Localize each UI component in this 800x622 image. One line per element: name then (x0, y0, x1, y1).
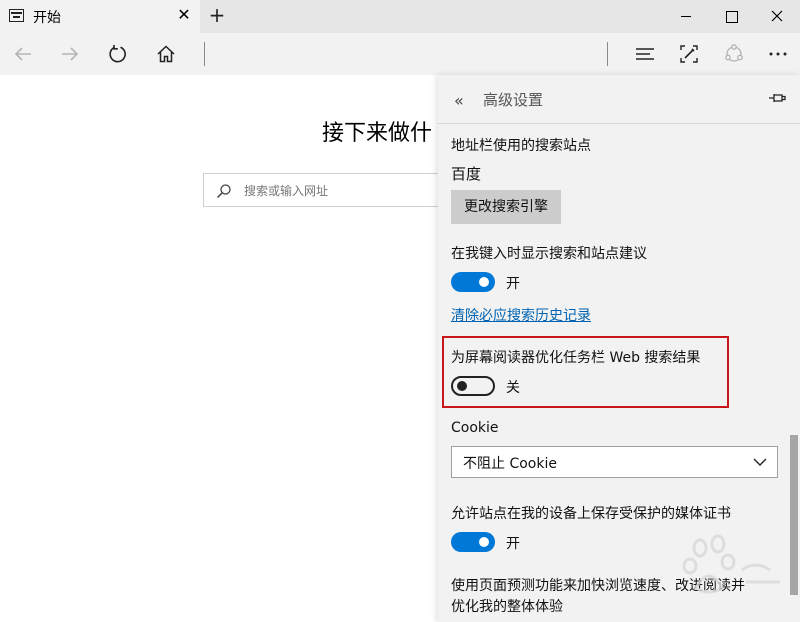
tab-start[interactable]: 开始 ✕ (0, 0, 200, 33)
share-icon (725, 44, 743, 62)
screen-reader-toggle[interactable] (451, 376, 495, 396)
hub-icon (636, 48, 654, 60)
page-search-box[interactable]: 搜索或输入网址 (203, 173, 453, 207)
web-note-icon (680, 45, 698, 63)
page-heading: 接下来做什 (322, 121, 433, 146)
cookie-label: Cookie (451, 420, 499, 436)
media-license-label: 允许站点在我的设备上保存受保护的媒体证书 (451, 506, 731, 522)
more-button[interactable] (763, 39, 793, 69)
watermark-logo (682, 534, 780, 594)
toolbar-separator (204, 42, 205, 66)
page-prediction-label-line2: 优化我的整体体验 (451, 599, 563, 615)
new-tab-button[interactable]: + (207, 4, 227, 26)
show-suggestions-toggle[interactable] (451, 272, 495, 292)
show-suggestions-state: 开 (506, 276, 520, 292)
browser-page-icon (9, 9, 24, 22)
more-icon (769, 52, 787, 56)
cookie-select-value: 不阻止 Cookie (463, 456, 557, 472)
show-suggestions-label: 在我键入时显示搜索和站点建议 (451, 246, 647, 262)
cookie-select[interactable]: 不阻止 Cookie (451, 446, 778, 478)
share-button[interactable] (719, 39, 749, 69)
back-chevron-icon[interactable]: « (454, 91, 464, 110)
home-button[interactable] (151, 39, 181, 69)
forward-button[interactable] (55, 39, 85, 69)
pin-icon[interactable] (768, 91, 786, 105)
change-search-engine-button[interactable]: 更改搜索引擎 (451, 190, 561, 224)
clear-bing-history-link[interactable]: 清除必应搜索历史记录 (451, 305, 591, 325)
media-license-state: 开 (506, 536, 520, 552)
search-icon (216, 184, 231, 199)
refresh-icon (109, 45, 126, 63)
title-bar: 开始 ✕ + (0, 0, 800, 33)
forward-arrow-icon (62, 47, 79, 61)
search-engine-value: 百度 (451, 165, 482, 183)
web-note-button[interactable] (674, 39, 704, 69)
chevron-down-icon (753, 458, 767, 466)
window-close-button[interactable] (754, 0, 800, 33)
screen-reader-state: 关 (506, 380, 520, 396)
hub-button[interactable] (630, 39, 660, 69)
maximize-button[interactable] (708, 0, 754, 33)
panel-divider (438, 123, 800, 124)
refresh-button[interactable] (103, 39, 133, 69)
back-arrow-icon (14, 47, 31, 61)
toolbar-separator (607, 42, 608, 66)
tab-close-icon[interactable]: ✕ (176, 6, 192, 24)
navigation-toolbar (0, 33, 800, 75)
address-bar-search-label: 地址栏使用的搜索站点 (451, 138, 591, 154)
minimize-button[interactable] (663, 0, 709, 33)
search-placeholder: 搜索或输入网址 (244, 184, 329, 198)
back-button[interactable] (8, 39, 38, 69)
close-icon (771, 10, 783, 22)
screen-reader-label: 为屏幕阅读器优化任务栏 Web 搜索结果 (451, 350, 701, 366)
home-icon (157, 45, 175, 63)
media-license-toggle[interactable] (451, 532, 495, 552)
panel-title: 高级设置 (483, 91, 544, 109)
tab-title: 开始 (33, 10, 61, 26)
